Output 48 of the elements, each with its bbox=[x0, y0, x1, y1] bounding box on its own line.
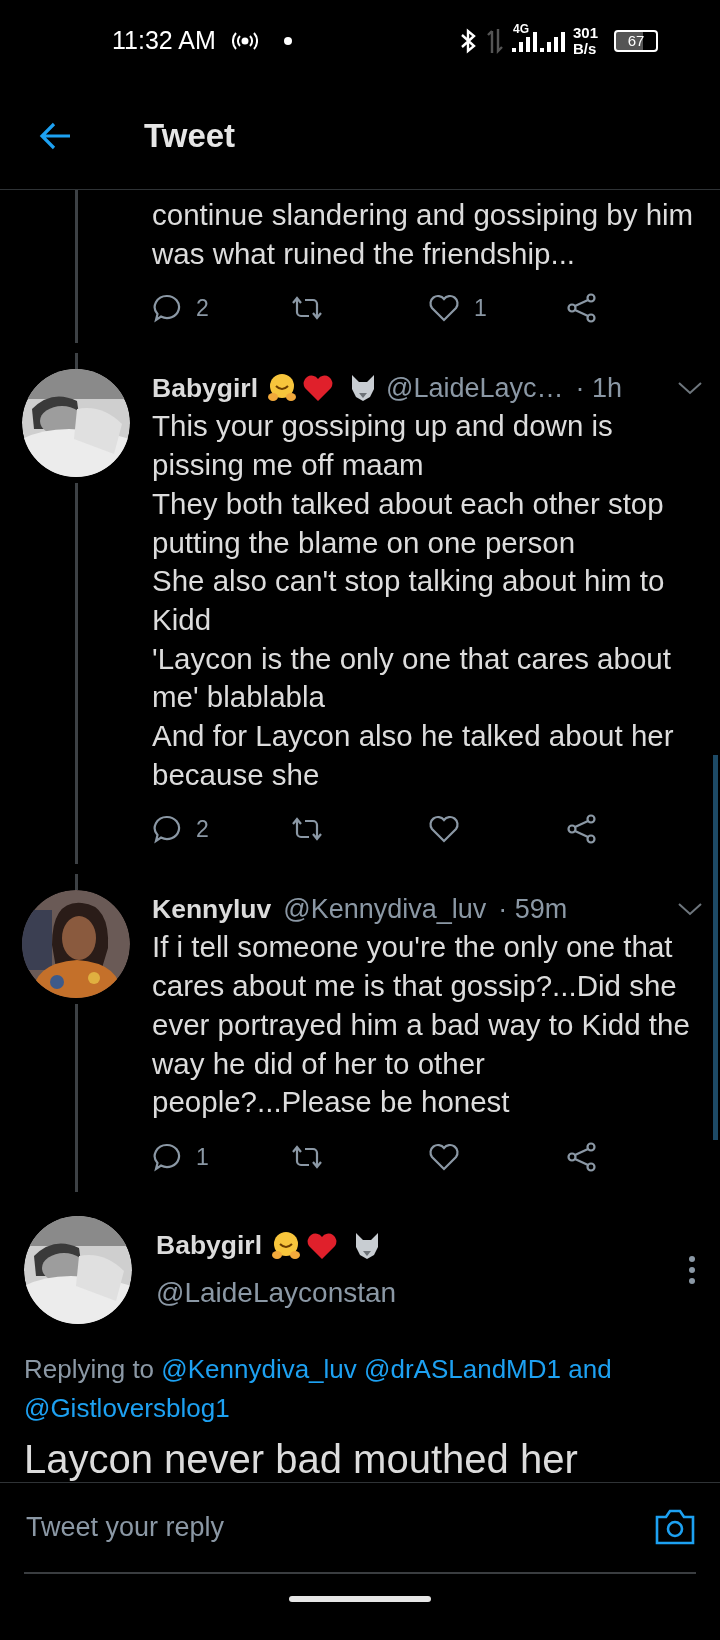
reply-input[interactable]: Tweet your reply bbox=[24, 1506, 584, 1549]
tweet-text: If i tell someone you're the only one that cares about me is that gossip?...Did she ever portrayed him a bad way to Kidd the way he did of her to other people?...Please be honest bbox=[152, 929, 691, 1121]
reply-icon[interactable] bbox=[152, 1141, 182, 1172]
user-name: Babygirl bbox=[152, 371, 259, 405]
like-count: 1 bbox=[474, 294, 487, 324]
mention-link[interactable]: @Gistloversblog1 bbox=[24, 1392, 230, 1423]
home-indicator[interactable] bbox=[289, 1595, 431, 1602]
tweet-text: And for Laycon also he talked about her because she bbox=[152, 718, 675, 793]
tweet-time: · 59m bbox=[498, 893, 568, 927]
back-arrow-icon[interactable] bbox=[38, 120, 72, 151]
user-name: Babygirl bbox=[156, 1229, 263, 1263]
more-options-icon[interactable] bbox=[688, 1254, 696, 1285]
tweet-text: She also can't stop talking about him to Kidd bbox=[152, 563, 666, 638]
tweet-text: continue slandering and gossiping by him was what ruined the friendship... bbox=[152, 197, 695, 272]
tweet-text: Laycon never bad mouthed her bbox=[24, 1435, 579, 1482]
share-icon[interactable] bbox=[566, 814, 598, 845]
clock-text: 11:32 AM bbox=[112, 25, 216, 57]
reply-icon[interactable] bbox=[152, 814, 182, 845]
camera-icon[interactable] bbox=[654, 1508, 696, 1547]
heart-outline-icon[interactable] bbox=[428, 293, 460, 324]
tweet-text: They both talked about each other stop putting the blame on one person bbox=[152, 485, 665, 561]
heart-outline-icon[interactable] bbox=[428, 814, 460, 845]
tweet-time: · 1h bbox=[575, 372, 623, 406]
battery-text: 67 bbox=[614, 30, 658, 52]
share-icon[interactable] bbox=[566, 1141, 598, 1172]
share-icon[interactable] bbox=[566, 293, 598, 324]
hugging-emoji-icon bbox=[270, 1229, 303, 1262]
tweet-text: This your gossiping up and down is pissing me off maam bbox=[152, 408, 614, 484]
reply-count: 1 bbox=[196, 1142, 209, 1172]
mention-link[interactable]: @Kennydiva_luv bbox=[161, 1353, 357, 1384]
heart-outline-icon[interactable] bbox=[428, 1141, 460, 1172]
tweet-text: 'Laycon is the only one that cares about me' blablabla bbox=[152, 640, 672, 716]
user-name: Kennyluv bbox=[152, 892, 272, 926]
mention-link[interactable]: @drASLandMD1 bbox=[364, 1353, 561, 1384]
hotspot-icon bbox=[231, 32, 258, 50]
page-title: Tweet bbox=[144, 115, 236, 156]
replying-to-text: Replying to @Kennydiva_luv @drASLandMD1 and @Gistloversblog1 bbox=[24, 1352, 613, 1425]
reply-count: 2 bbox=[196, 815, 209, 845]
reply-icon[interactable] bbox=[152, 293, 182, 324]
data-arrows-icon bbox=[486, 27, 503, 55]
network-type-text: 4G bbox=[512, 23, 529, 35]
user-handle[interactable]: @Kennydiva_luv bbox=[283, 889, 487, 930]
reply-count: 2 bbox=[196, 294, 209, 324]
speed-unit-text: B/s bbox=[572, 41, 598, 57]
user-handle[interactable]: @LaideLayconstan bbox=[156, 1271, 397, 1314]
user-handle[interactable]: @LaideLayc… bbox=[386, 368, 564, 409]
speed-value-text: 301 bbox=[572, 25, 598, 41]
notification-dot-icon bbox=[283, 37, 292, 45]
